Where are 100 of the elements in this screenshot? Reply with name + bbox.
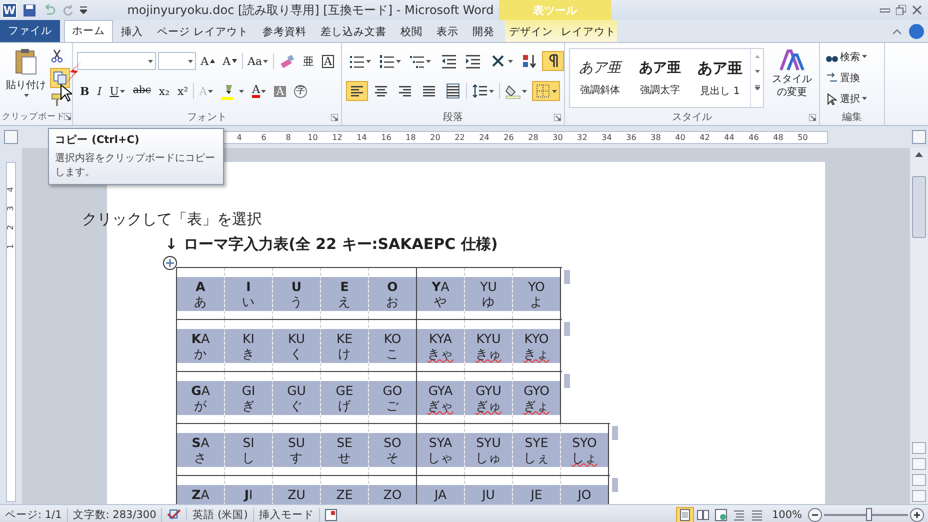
clipboard-icon: [14, 48, 38, 76]
select-button[interactable]: 選択: [824, 90, 880, 108]
paint-bucket-icon: [505, 83, 521, 99]
ribbon-tab[interactable]: 参考資料: [256, 22, 312, 42]
vertical-ruler: 4 3 2 1: [6, 162, 16, 502]
table-cell: GE げ: [321, 380, 368, 414]
format-button[interactable]: x²: [174, 81, 192, 101]
language-indicator[interactable]: 英語 (米国): [187, 508, 254, 522]
zoom-slider[interactable]: [824, 508, 908, 522]
table-tools-label: 表ツール: [499, 0, 611, 20]
table-cell: ZO: [369, 484, 416, 504]
table-cell: ZU: [273, 484, 320, 504]
paste-button[interactable]: 貼り付け: [4, 46, 48, 109]
save-icon: [23, 4, 36, 16]
table-cell: KE け: [321, 328, 368, 362]
border-grid-button[interactable]: [532, 81, 560, 101]
table-cell: SYO しょ: [561, 432, 608, 466]
row-end-mark: [564, 322, 570, 336]
ribbon-tab[interactable]: ページ レイアウト: [151, 22, 254, 42]
ribbon-tab[interactable]: ホーム: [64, 20, 113, 42]
format-button[interactable]: A: [319, 51, 337, 71]
border-grid-icon: [535, 83, 551, 99]
replace-icon: [826, 72, 838, 84]
ribbon-tab[interactable]: ファイル: [0, 20, 60, 42]
row-end-mark: [612, 478, 618, 492]
zoom-in-button[interactable]: [910, 508, 924, 522]
grow-caret-icon: [210, 59, 215, 63]
table-cell: SE せ: [321, 432, 368, 466]
table-cell: KA か: [177, 328, 224, 362]
table-cell: YA や: [417, 276, 464, 310]
ribbon-tab[interactable]: 挿入: [115, 22, 149, 42]
format-button[interactable]: B: [77, 81, 92, 101]
format-button[interactable]: abc: [130, 81, 154, 101]
table-cell: KYU きゅ: [465, 328, 512, 362]
scroll-up-icon: [754, 55, 760, 58]
word-logo[interactable]: W: [2, 2, 17, 18]
ribbon-tab[interactable]: 差し込み文書: [314, 22, 392, 42]
page-count[interactable]: ページ: 1/1: [0, 508, 68, 522]
style-gallery-item[interactable]: あア亜 強調斜体: [570, 49, 630, 107]
close-icon: [912, 5, 922, 15]
document-heading: ローマ字入力表(全 22 キー:SAKAEPC 仕様): [184, 235, 498, 254]
tooltip-title: コピー (Ctrl+C): [55, 133, 140, 147]
table-cell: I い: [225, 276, 272, 310]
font-size-field[interactable]: [158, 52, 196, 70]
zoom-level[interactable]: 100%: [766, 508, 808, 520]
format-button[interactable]: 字: [291, 81, 310, 101]
restore-icon: [896, 5, 906, 15]
table-cell: SYU しゅ: [465, 432, 512, 466]
zoom-out-button[interactable]: [808, 508, 822, 522]
plus-icon: [913, 510, 921, 518]
eraser-icon: [279, 53, 296, 69]
ribbon-tab[interactable]: デザイン: [505, 22, 557, 42]
ruler-toggle-button[interactable]: [912, 130, 926, 144]
align-right-icon: [397, 83, 413, 99]
format-button[interactable]: Aa: [244, 51, 272, 71]
dialog-launcher-icon: [809, 114, 816, 121]
ribbon-tab[interactable]: 開発: [466, 22, 500, 42]
ribbon-tab[interactable]: 校閲: [394, 22, 428, 42]
customize-toolbar-icon: [80, 6, 87, 14]
font-name-field[interactable]: [77, 52, 156, 70]
format-button[interactable]: A: [249, 81, 270, 101]
print-view-button[interactable]: [676, 506, 694, 522]
find-button[interactable]: 検索: [824, 48, 880, 66]
mouse-pointer-icon: [60, 84, 72, 102]
plus-icon: [166, 259, 174, 267]
pilcrow-button[interactable]: [542, 51, 564, 71]
table-cell: GYU ぎゅ: [465, 380, 512, 414]
table-cell: ZE: [321, 484, 368, 504]
sort-icon: [521, 53, 537, 69]
table-cell: JO: [561, 484, 608, 504]
table-cell: KYA きゃ: [417, 328, 464, 362]
copy-icon: [53, 70, 67, 84]
format-button[interactable]: A: [271, 81, 290, 101]
insert-mode-indicator[interactable]: 挿入モード: [254, 508, 320, 522]
tab-selector-button[interactable]: [4, 130, 18, 144]
scissors-icon: [50, 48, 64, 62]
zoom-slider-thumb[interactable]: [866, 508, 872, 520]
style-gallery-item[interactable]: あア亜 見出し 1: [690, 49, 750, 107]
format-button[interactable]: x₂: [156, 81, 173, 101]
proofing-icon: [167, 508, 182, 521]
help-icon[interactable]: [909, 24, 924, 39]
format-button[interactable]: A: [198, 51, 218, 71]
ribbon-tab[interactable]: 表示: [430, 22, 464, 42]
format-button[interactable]: U: [106, 81, 128, 101]
change-styles-button[interactable]: スタイルの変更: [768, 46, 816, 109]
redo-icon: [62, 4, 74, 16]
format-button[interactable]: I: [94, 81, 105, 101]
format-button[interactable]: A: [220, 51, 240, 71]
table-cell: KU く: [273, 328, 320, 362]
replace-button[interactable]: 置換: [824, 68, 880, 86]
web-page-icon: [714, 508, 727, 520]
style-gallery-item[interactable]: あア亜 強調太字: [630, 49, 690, 107]
copy-button[interactable]: [50, 68, 70, 88]
ribbon-tab[interactable]: レイアウト: [557, 22, 620, 42]
align-left-button[interactable]: [346, 81, 368, 101]
table-cell: GA が: [177, 380, 224, 414]
word-count[interactable]: 文字数: 283/300: [68, 508, 162, 522]
format-button[interactable]: 亜: [300, 51, 318, 71]
scroll-thumb[interactable]: [912, 176, 926, 238]
caret-icon: [148, 60, 154, 62]
